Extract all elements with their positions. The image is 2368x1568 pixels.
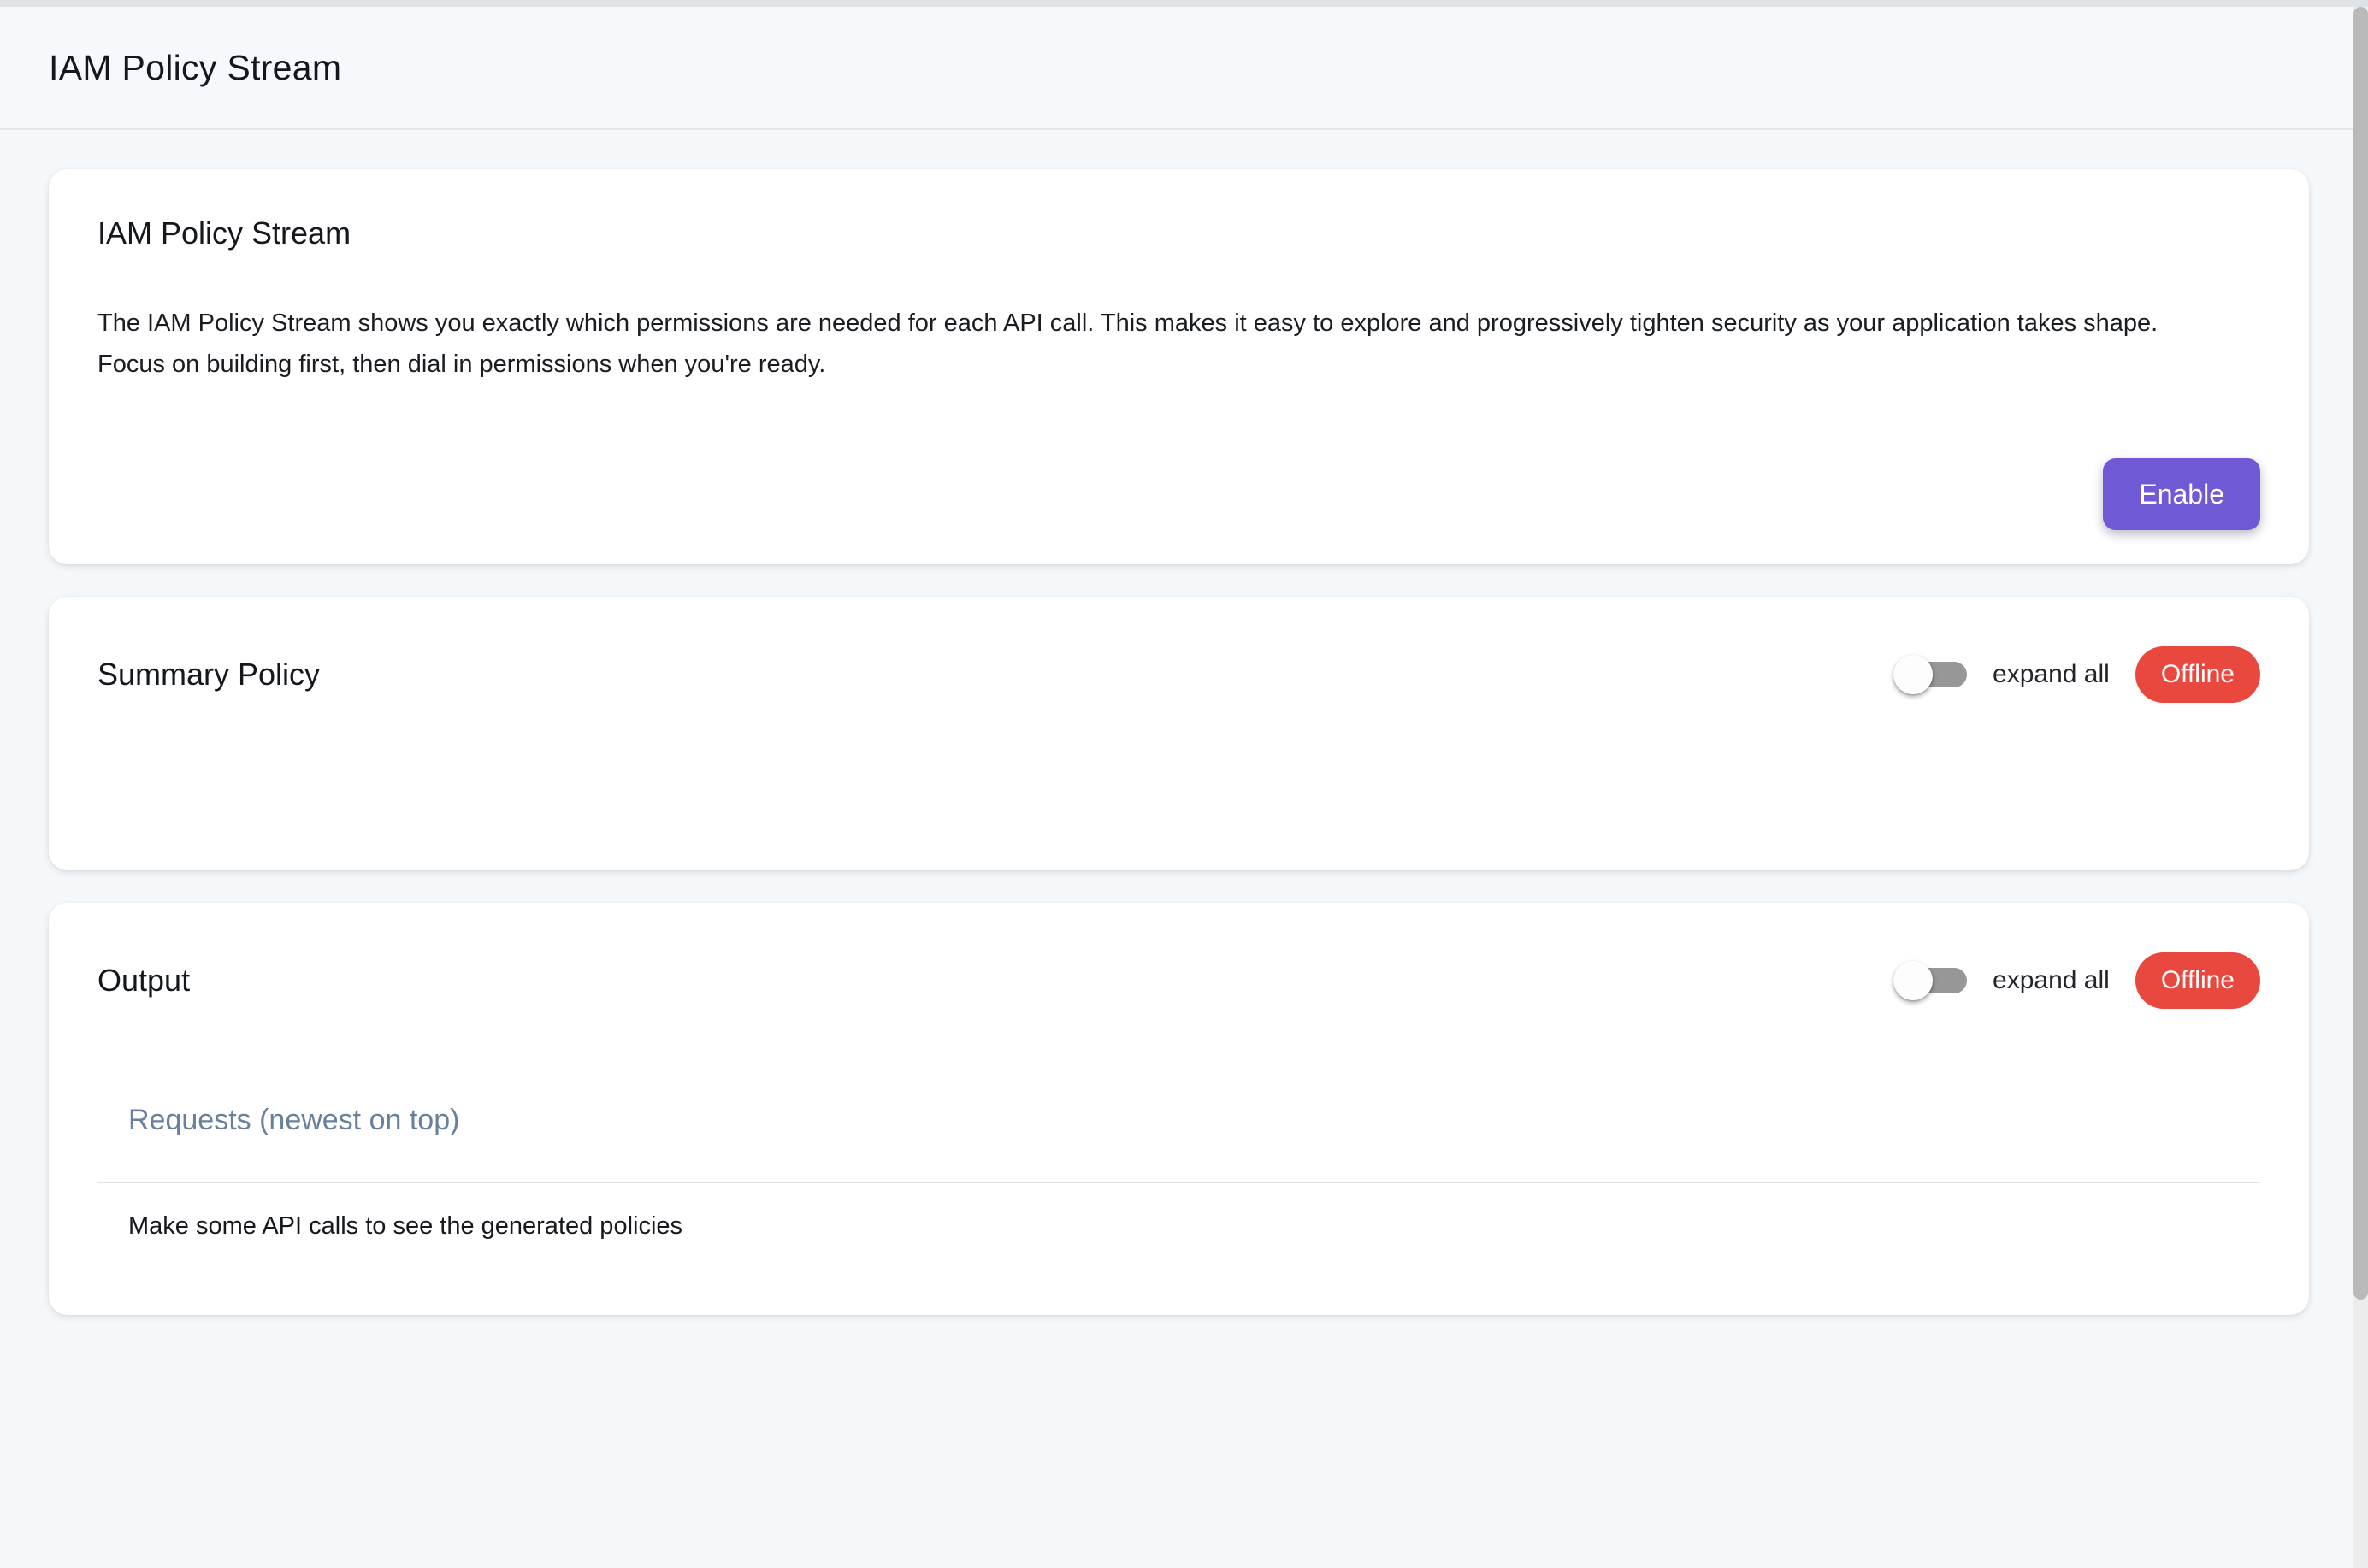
intro-card-description: The IAM Policy Stream shows you exactly …	[97, 303, 2218, 385]
requests-section: Requests (newest on top) Make some API c…	[97, 1103, 2260, 1241]
output-controls: expand all Offline	[1893, 952, 2260, 1009]
requests-heading: Requests (newest on top)	[128, 1103, 2260, 1137]
output-card: Output expand all Offline Requests (newe…	[49, 903, 2309, 1315]
enable-button[interactable]: Enable	[2103, 458, 2260, 530]
toggle-thumb	[1893, 655, 1933, 694]
main-content: IAM Policy Stream The IAM Policy Stream …	[0, 132, 2368, 1347]
summary-policy-card: Summary Policy expand all Offline	[49, 597, 2309, 870]
page-title: IAM Policy Stream	[49, 48, 341, 88]
summary-expand-all-label: expand all	[1993, 660, 2110, 689]
output-expand-all-label: expand all	[1993, 966, 2110, 995]
intro-card: IAM Policy Stream The IAM Policy Stream …	[49, 169, 2309, 564]
summary-policy-controls: expand all Offline	[1893, 646, 2260, 703]
intro-card-actions: Enable	[97, 458, 2260, 530]
scrollbar-thumb[interactable]	[2353, 7, 2368, 1300]
summary-policy-header-row: Summary Policy expand all Offline	[97, 646, 2260, 703]
page-scrollbar[interactable]	[2353, 7, 2368, 1568]
summary-policy-title: Summary Policy	[97, 657, 1893, 693]
window-top-strip	[0, 0, 2368, 7]
toggle-thumb	[1893, 961, 1933, 1000]
output-expand-all-toggle[interactable]	[1893, 960, 1967, 1001]
requests-divider	[97, 1182, 2260, 1183]
summary-expand-all-toggle[interactable]	[1893, 654, 1967, 695]
output-title: Output	[97, 963, 1893, 999]
summary-status-badge: Offline	[2135, 646, 2260, 703]
intro-card-title: IAM Policy Stream	[97, 215, 2260, 251]
output-header-row: Output expand all Offline	[97, 952, 2260, 1009]
app-header: IAM Policy Stream	[0, 7, 2368, 130]
requests-empty-message: Make some API calls to see the generated…	[128, 1212, 2260, 1241]
output-status-badge: Offline	[2135, 952, 2260, 1009]
